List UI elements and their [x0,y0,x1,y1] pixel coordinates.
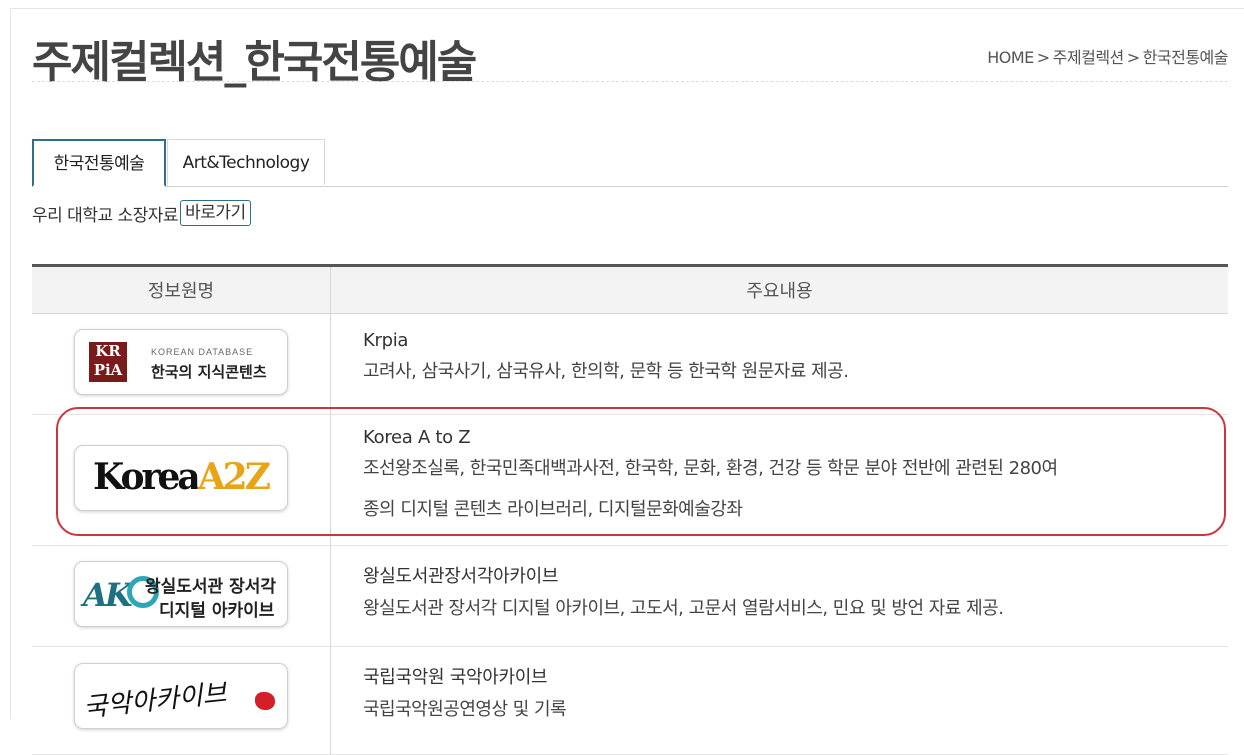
ako-logo-line2: 디지털 아카이브 [159,601,275,621]
content-cell: Korea A to Z 조선왕조실록, 한국민족대백과사전, 한국학, 문화,… [330,414,1228,546]
korea-a2z-logo-text: KoreaA2Z [93,456,271,498]
tab-bar: 한국전통예술 Art&Technology [32,139,1228,187]
content-cell: 국립국악원 국악아카이브 국립국악원공연영상 및 기록 [330,646,1228,755]
title-divider [32,81,1228,82]
ako-logo-mark: AK [83,576,133,614]
breadcrumb-current[interactable]: 한국전통예술 [1143,48,1229,67]
holdings-text: 우리 대학교 소장자료 [32,205,179,226]
logo-cell: AK 왕실도서관 장서각 디지털 아카이브 [32,545,331,647]
ako-logo-line1: 왕실도서관 장서각 [145,577,277,597]
krpia-logo-mark: KR PiA [89,342,127,382]
resource-description-line2: 종의 디지털 콘텐츠 라이브러리, 디지털문화예술강좌 [363,499,743,520]
gugak-logo-text: 국악아카이브 [82,678,228,724]
breadcrumb-separator: > [1036,48,1050,67]
table-row: KoreaA2Z Korea A to Z 조선왕조실록, 한국민족대백과사전,… [32,414,1228,546]
resource-description: 고려사, 삼국사기, 삼국유사, 한의학, 문학 등 한국학 원문자료 제공. [363,361,849,382]
jangseogak-archive-logo[interactable]: AK 왕실도서관 장서각 디지털 아카이브 [74,561,288,627]
resource-description: 국립국악원공연영상 및 기록 [363,699,567,720]
table-row: AK 왕실도서관 장서각 디지털 아카이브 왕실도서관장서각아카이브 왕실도서관… [32,545,1228,647]
gugak-logo-seal [255,692,275,710]
krpia-logo[interactable]: KR PiA KOREAN DATABASE 한국의 지식콘텐츠 [74,329,288,395]
breadcrumb-collection[interactable]: 주제컬렉션 [1053,48,1125,67]
breadcrumb: HOME > 주제컬렉션 > 한국전통예술 [987,44,1228,68]
breadcrumb-home[interactable]: HOME [987,48,1034,67]
tab-korean-traditional-art[interactable]: 한국전통예술 [32,139,166,187]
column-header-source: 정보원명 [32,265,331,314]
resource-description: 왕실도서관 장서각 디지털 아카이브, 고도서, 고문서 열람서비스, 민요 및… [363,598,1004,619]
table-row: KR PiA KOREAN DATABASE 한국의 지식콘텐츠 Krpia 고려… [32,313,1228,415]
content-cell: 왕실도서관장서각아카이브 왕실도서관 장서각 디지털 아카이브, 고도서, 고문… [330,545,1228,647]
resource-description-line1: 조선왕조실록, 한국민족대백과사전, 한국학, 문화, 환경, 건강 등 학문 … [363,458,1058,479]
logo-cell: KR PiA KOREAN DATABASE 한국의 지식콘텐츠 [32,313,331,415]
logo-cell: KoreaA2Z [32,414,331,546]
content-cell: Krpia 고려사, 삼국사기, 삼국유사, 한의학, 문학 등 한국학 원문자… [330,313,1228,415]
table-header-row: 정보원명 주요내용 [32,265,1228,314]
krpia-logo-tagline: KOREAN DATABASE [151,347,254,357]
resource-name[interactable]: 국립국악원 국악아카이브 [363,663,1227,689]
resource-name[interactable]: Krpia [363,330,1227,351]
logo-cell: 국악아카이브 [32,646,331,755]
resource-name[interactable]: Korea A to Z [363,427,1227,448]
krpia-logo-text: 한국의 지식콘텐츠 [151,363,267,381]
resource-table: 정보원명 주요내용 KR PiA KOREAN DATABASE 한국의 지식콘텐… [32,264,1228,755]
column-header-content: 주요내용 [330,265,1228,314]
goto-button[interactable]: 바로가기 [180,200,251,226]
gugak-archive-logo[interactable]: 국악아카이브 [74,663,288,729]
breadcrumb-separator: > [1126,48,1140,67]
resource-name[interactable]: 왕실도서관장서각아카이브 [363,562,1227,588]
korea-a2z-logo[interactable]: KoreaA2Z [74,445,288,511]
holdings-description: 우리 대학교 소장자료 바로가기 [32,200,251,226]
table-row: 국악아카이브 국립국악원 국악아카이브 국립국악원공연영상 및 기록 [32,646,1228,755]
tab-art-technology[interactable]: Art&Technology [167,139,325,185]
